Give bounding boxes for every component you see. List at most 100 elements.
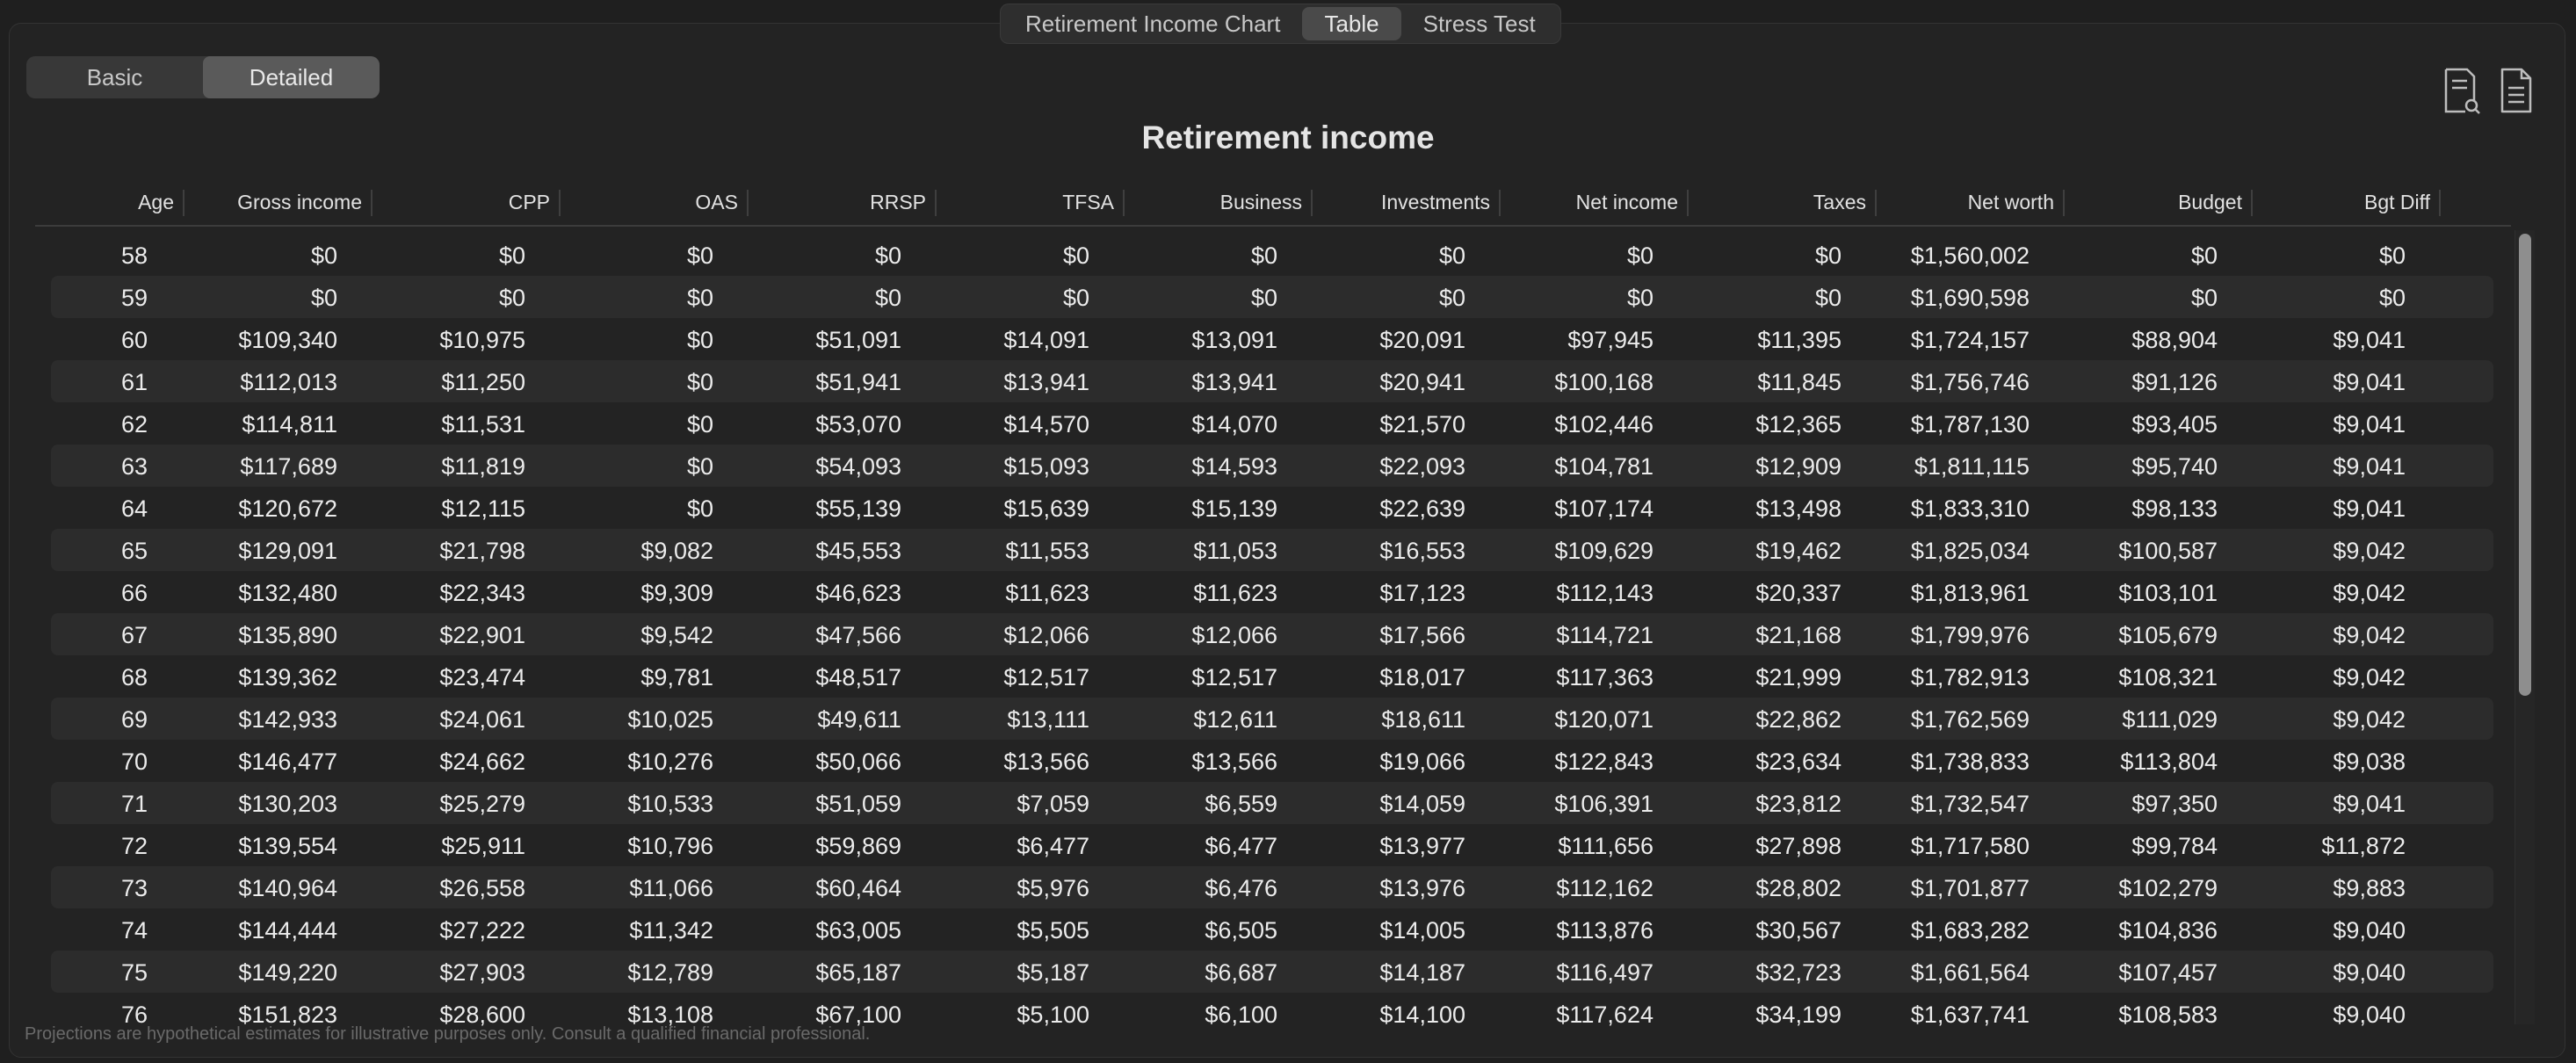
column-separator[interactable] — [371, 190, 373, 216]
cell-budget: $95,740 — [2131, 453, 2218, 480]
cell-oas: $11,342 — [629, 917, 713, 944]
table-row[interactable]: 71 $130,203 $25,279 $10,533 $51,059 $7,059 $6,… — [51, 782, 2493, 824]
cell-net-worth: $1,732,547 — [1910, 791, 2030, 817]
column-header-net-worth[interactable]: Net worth — [1878, 183, 2065, 225]
table-row[interactable]: 74 $144,444 $27,222 $11,342 $63,005 $5,505 $6,… — [51, 908, 2493, 951]
tab-table[interactable]: Table — [1302, 7, 1401, 40]
column-header-gross-income[interactable]: Gross income — [186, 183, 373, 225]
column-header-bgt-diff[interactable]: Bgt Diff — [2254, 183, 2441, 225]
column-header-tfsa[interactable]: TFSA — [938, 183, 1125, 225]
cell-cpp: $12,115 — [441, 495, 525, 522]
detailed-button[interactable]: Detailed — [203, 56, 380, 98]
cell-rrsp: $49,611 — [817, 706, 901, 733]
column-header-oas[interactable]: OAS — [562, 183, 749, 225]
cell-bgt-diff: $9,041 — [2333, 495, 2406, 522]
cell-bgt-diff: $9,040 — [2333, 1002, 2406, 1028]
column-header-age[interactable]: Age — [35, 183, 185, 225]
cell-tfsa: $6,477 — [1017, 833, 1089, 859]
cell-tfsa: $13,111 — [1007, 706, 1089, 733]
cell-net-income: $107,174 — [1554, 495, 1653, 522]
table-row[interactable]: 67 $135,890 $22,901 $9,542 $47,566 $12,066 $12… — [51, 613, 2493, 655]
table-row[interactable]: 60 $109,340 $10,975 $0 $51,091 $14,091 $13,091… — [51, 318, 2493, 360]
column-header-investments[interactable]: Investments — [1314, 183, 1501, 225]
tab-stress-test[interactable]: Stress Test — [1401, 7, 1558, 40]
column-separator[interactable] — [1875, 190, 1877, 216]
cell-bgt-diff: $9,038 — [2333, 748, 2406, 775]
column-header-rrsp[interactable]: RRSP — [750, 183, 937, 225]
cell-oas: $10,025 — [627, 706, 713, 733]
scrollbar-thumb[interactable] — [2519, 234, 2531, 696]
column-separator[interactable] — [1123, 190, 1125, 216]
cell-net-income: $97,945 — [1567, 327, 1653, 353]
document-icon[interactable] — [2499, 67, 2539, 116]
column-separator[interactable] — [559, 190, 561, 216]
cell-net-income: $117,363 — [1556, 664, 1653, 691]
table-row[interactable]: 72 $139,554 $25,911 $10,796 $59,869 $6,477 $6,… — [51, 824, 2493, 866]
cell-age: 60 — [120, 327, 148, 353]
cell-gross-income: $132,480 — [238, 580, 337, 606]
column-header-cpp[interactable]: CPP — [374, 183, 561, 225]
cell-net-worth: $1,701,877 — [1910, 875, 2030, 901]
cell-tfsa: $13,941 — [1003, 369, 1089, 395]
cell-rrsp: $60,464 — [815, 875, 901, 901]
cell-cpp: $21,798 — [439, 538, 525, 564]
table-row[interactable]: 66 $132,480 $22,343 $9,309 $46,623 $11,623 $11… — [51, 571, 2493, 613]
cell-cpp: $27,222 — [439, 917, 525, 944]
document-search-icon[interactable] — [2442, 67, 2483, 116]
table-row[interactable]: 68 $139,362 $23,474 $9,781 $48,517 $12,517 $12… — [51, 655, 2493, 698]
cell-budget: $98,133 — [2131, 495, 2218, 522]
table-row[interactable]: 65 $129,091 $21,798 $9,082 $45,553 $11,553 $11… — [51, 529, 2493, 571]
cell-oas: $9,781 — [640, 664, 713, 691]
column-header-label: OAS — [695, 191, 738, 213]
column-separator[interactable] — [1687, 190, 1689, 216]
basic-button[interactable]: Basic — [26, 56, 203, 98]
cell-bgt-diff: $11,872 — [2321, 833, 2406, 859]
column-separator[interactable] — [1311, 190, 1313, 216]
table-row[interactable]: 76 $151,823 $28,600 $13,108 $67,100 $5,100 $6,… — [51, 993, 2493, 1028]
cell-oas: $0 — [686, 242, 713, 269]
table-row[interactable]: 64 $120,672 $12,115 $0 $55,139 $15,639 $15,139… — [51, 487, 2493, 529]
cell-budget: $93,405 — [2131, 411, 2218, 437]
vertical-scrollbar[interactable] — [2514, 230, 2535, 1024]
table-row[interactable]: 70 $146,477 $24,662 $10,276 $50,066 $13,566 $1… — [51, 740, 2493, 782]
cell-tfsa: $5,100 — [1017, 1002, 1089, 1028]
table-row[interactable]: 69 $142,933 $24,061 $10,025 $49,611 $13,111 $1… — [51, 698, 2493, 740]
cell-rrsp: $53,070 — [815, 411, 901, 437]
column-header-business[interactable]: Business — [1126, 183, 1313, 225]
cell-rrsp: $55,139 — [815, 495, 901, 522]
tab-retirement-income-chart[interactable]: Retirement Income Chart — [1003, 7, 1302, 40]
cell-oas: $9,082 — [640, 538, 713, 564]
column-header-budget[interactable]: Budget — [2066, 183, 2253, 225]
column-separator[interactable] — [2251, 190, 2253, 216]
column-separator[interactable] — [747, 190, 749, 216]
cell-cpp: $11,819 — [441, 453, 525, 480]
cell-oas: $0 — [686, 369, 713, 395]
cell-bgt-diff: $9,041 — [2333, 791, 2406, 817]
cell-business: $6,477 — [1205, 833, 1277, 859]
table-row[interactable]: 75 $149,220 $27,903 $12,789 $65,187 $5,187 $6,… — [51, 951, 2493, 993]
cell-business: $6,687 — [1205, 959, 1277, 986]
table-row[interactable]: 58 $0 $0 $0 $0 $0 $0 $0 $0 $0 $1,560,002 $0 $0 — [51, 234, 2493, 276]
column-header-net-income[interactable]: Net income — [1502, 183, 1689, 225]
cell-age: 68 — [120, 664, 148, 691]
cell-net-income: $106,391 — [1554, 791, 1653, 817]
cell-investments: $17,123 — [1379, 580, 1465, 606]
cell-bgt-diff: $9,042 — [2333, 538, 2406, 564]
table-row[interactable]: 63 $117,689 $11,819 $0 $54,093 $15,093 $14,593… — [51, 445, 2493, 487]
cell-net-worth: $1,762,569 — [1910, 706, 2030, 733]
cell-net-worth: $1,738,833 — [1910, 748, 2030, 775]
table-row[interactable]: 62 $114,811 $11,531 $0 $53,070 $14,570 $14,070… — [51, 402, 2493, 445]
table-row[interactable]: 59 $0 $0 $0 $0 $0 $0 $0 $0 $0 $1,690,598 $0 $0 — [51, 276, 2493, 318]
column-separator[interactable] — [935, 190, 937, 216]
column-separator[interactable] — [2439, 190, 2441, 216]
column-separator[interactable] — [2063, 190, 2065, 216]
cell-budget: $99,784 — [2131, 833, 2218, 859]
cell-taxes: $32,723 — [1755, 959, 1842, 986]
table-row[interactable]: 61 $112,013 $11,250 $0 $51,941 $13,941 $13,941… — [51, 360, 2493, 402]
table-body[interactable]: 58 $0 $0 $0 $0 $0 $0 $0 $0 $0 $1,560,002 $0 $0 59 $0 $0… — [51, 234, 2493, 1028]
column-separator[interactable] — [1499, 190, 1501, 216]
cell-taxes: $22,862 — [1755, 706, 1842, 733]
column-separator[interactable] — [183, 190, 185, 216]
table-row[interactable]: 73 $140,964 $26,558 $11,066 $60,464 $5,976 $6,… — [51, 866, 2493, 908]
column-header-taxes[interactable]: Taxes — [1690, 183, 1877, 225]
